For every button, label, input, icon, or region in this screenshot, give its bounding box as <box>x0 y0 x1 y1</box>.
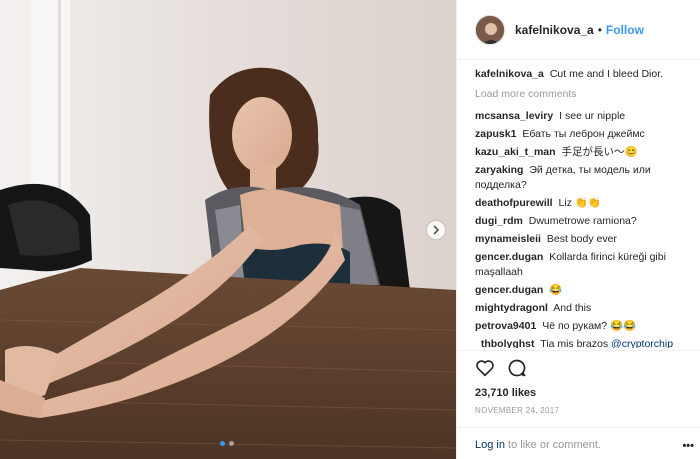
comment-item: mcsansa_leviry I see ur nipple <box>475 109 692 124</box>
comment-username[interactable]: dugi_rdm <box>475 215 523 227</box>
comment-text: Чё по рукам? 😂😂 <box>542 320 637 332</box>
comment-text: Dwumetrowe ramiona? <box>528 215 637 227</box>
comment-item: zapusk1 Ебать ты леброн джеймс <box>475 127 692 142</box>
comment-text: Liz 👏👏 <box>558 197 602 209</box>
post-actions: 23,710 likes NOVEMBER 24, 2017 Log in to… <box>457 350 700 459</box>
more-options-icon[interactable]: ••• <box>682 440 694 452</box>
comment-username[interactable]: mcsansa_leviry <box>475 110 553 122</box>
comment-item: kazu_aki_t_man 手足が長い〜😊 <box>475 145 692 160</box>
comment-item: _thbolyghst Tia mis brazos @cryptorchip <box>475 337 692 348</box>
comment-text: And this <box>553 302 592 314</box>
comment-username[interactable]: gencer.dugan <box>475 251 543 263</box>
comment-username[interactable]: mightydragonl <box>475 302 548 314</box>
comment-text: I see ur nipple <box>559 110 626 122</box>
chevron-right-icon <box>433 225 440 235</box>
carousel-dots <box>220 441 234 446</box>
comment-username[interactable]: zaryaking <box>475 164 523 176</box>
comment-username[interactable]: zapusk1 <box>475 128 516 140</box>
login-link[interactable]: Log in <box>475 439 505 451</box>
comment-icon[interactable] <box>507 358 527 378</box>
avatar-image <box>476 15 504 44</box>
carousel-dot <box>229 441 234 446</box>
comment-username[interactable]: _thbolyghst <box>475 338 535 348</box>
comment-username[interactable]: deathofpurewill <box>475 197 553 209</box>
heart-icon[interactable] <box>475 359 495 377</box>
likes-count[interactable]: 23,710 likes <box>475 387 700 399</box>
comment-mention[interactable]: @cryptorchip <box>611 338 673 348</box>
login-prompt: Log in to like or comment. ••• <box>457 427 700 452</box>
comment-text: 😂 <box>549 284 563 296</box>
comment-username[interactable]: petrova9401 <box>475 320 536 332</box>
post-sidebar: kafelnikova_a • Follow kafelnikova_a Cut… <box>456 0 700 459</box>
avatar[interactable] <box>475 14 505 45</box>
comment-username[interactable]: kazu_aki_t_man <box>475 146 556 158</box>
post-header: kafelnikova_a • Follow <box>457 0 700 60</box>
post-date: NOVEMBER 24, 2017 <box>475 406 560 415</box>
comment-item: gencer.dugan 😂 <box>475 283 692 298</box>
comment-item: mightydragonl And this <box>475 301 692 316</box>
comment-text: Best body ever <box>546 233 617 245</box>
next-photo-button[interactable] <box>427 221 445 239</box>
caption-text: Cut me and I bleed Dior. <box>549 68 664 80</box>
comment-item: deathofpurewill Liz 👏👏 <box>475 196 692 211</box>
comments-list[interactable]: kafelnikova_a Cut me and I bleed Dior. L… <box>475 67 692 348</box>
carousel-dot-active <box>220 441 225 446</box>
caption-username[interactable]: kafelnikova_a <box>475 68 544 80</box>
follow-button[interactable]: Follow <box>606 23 644 37</box>
comment-text: Tia mis brazos <box>540 338 609 348</box>
action-icons <box>475 357 700 379</box>
load-more-comments-button[interactable]: Load more comments <box>475 87 692 102</box>
header-username[interactable]: kafelnikova_a <box>515 23 594 37</box>
comment-item: mynameisleii Best body ever <box>475 232 692 247</box>
comment-username[interactable]: mynameisleii <box>475 233 541 245</box>
comment-item: dugi_rdm Dwumetrowe ramiona? <box>475 214 692 229</box>
comment-item: zaryaking Эй детка, ты модель или поддел… <box>475 163 692 193</box>
comment-text: Ебать ты леброн джеймс <box>522 128 645 140</box>
comment-username[interactable]: gencer.dugan <box>475 284 543 296</box>
comment-text: 手足が長い〜😊 <box>561 146 638 158</box>
header-separator: • <box>597 22 602 37</box>
comment-item: petrova9401 Чё по рукам? 😂😂 <box>475 319 692 334</box>
comment-item: gencer.dugan Kollarda firinci küreği gib… <box>475 250 692 280</box>
post-photo[interactable] <box>0 0 456 459</box>
login-prompt-text: to like or comment. <box>504 439 601 451</box>
photo-illustration <box>0 0 456 459</box>
caption: kafelnikova_a Cut me and I bleed Dior. <box>475 67 692 82</box>
